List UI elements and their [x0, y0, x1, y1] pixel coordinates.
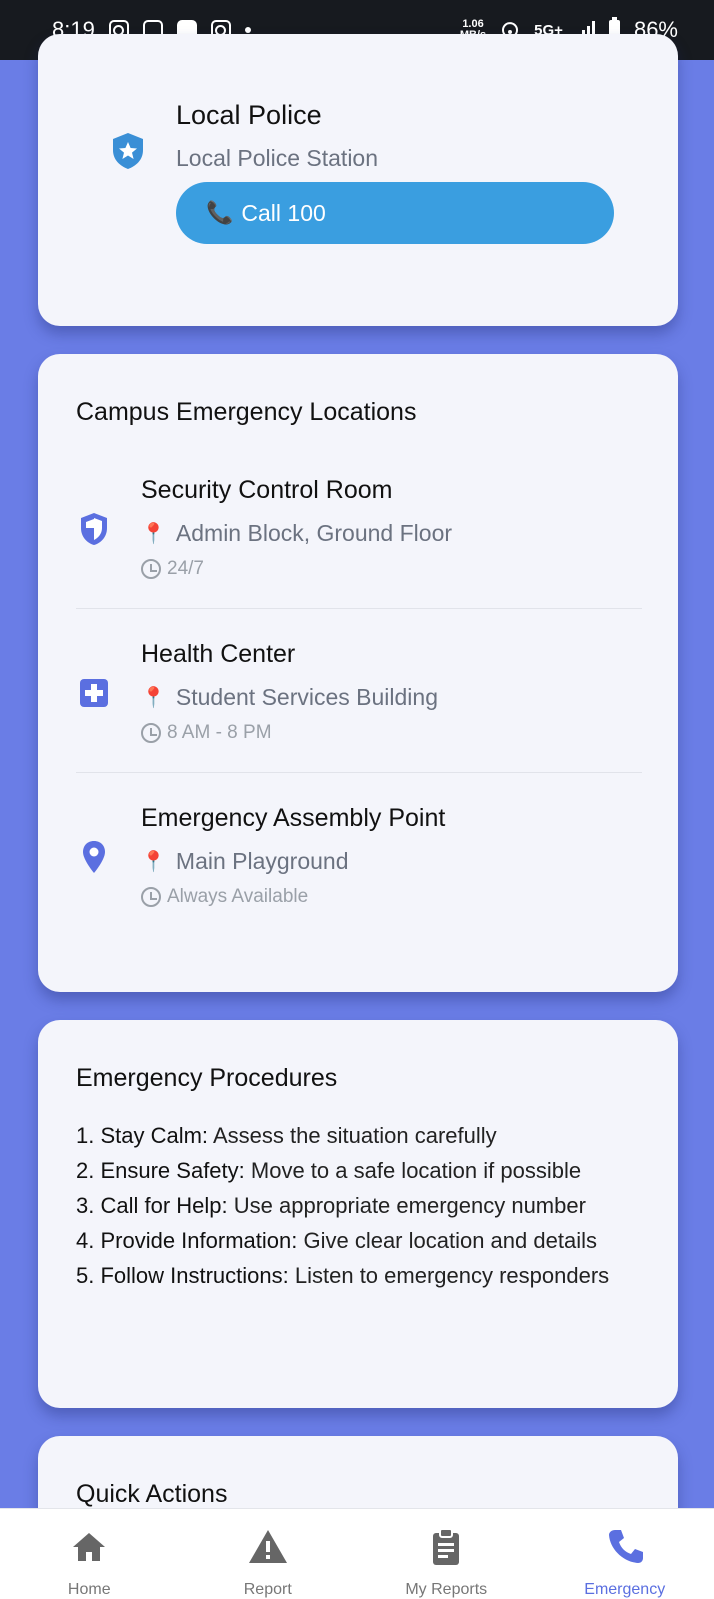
nav-label: Home	[67, 1581, 111, 1598]
location-place-text: Main Playground	[175, 848, 349, 874]
location-hours-text: Always Available	[167, 886, 309, 907]
procedures-list: 1. Stay Calm: Assess the situation caref…	[76, 1118, 646, 1293]
pin-icon: 📍	[141, 523, 166, 545]
more-notifications-dot-icon	[244, 27, 251, 33]
police-shield-star-icon	[113, 133, 143, 169]
home-icon	[73, 1533, 106, 1561]
nav-item-my-reports[interactable]: My Reports	[357, 1509, 536, 1599]
nav-item-home[interactable]: Home	[0, 1509, 179, 1599]
location-name: Health Center	[141, 640, 296, 668]
procedure-step-label: 2. Ensure Safety:	[76, 1158, 245, 1183]
shield-icon	[81, 513, 107, 545]
location-place-text: Student Services Building	[175, 684, 439, 710]
clipboard-icon	[433, 1528, 460, 1565]
clock-icon	[141, 723, 161, 743]
location-hours: Always Available	[141, 886, 308, 908]
emergency-locations-card: Campus Emergency Locations Security Cont…	[38, 354, 678, 992]
procedure-step-text: Listen to emergency responders	[294, 1263, 610, 1288]
procedure-step: 5. Follow Instructions: Listen to emerge…	[76, 1258, 646, 1293]
nav-label: Emergency	[584, 1581, 666, 1598]
bottom-nav: Home Report My Reports Emergency	[0, 1508, 714, 1599]
medical-plus-icon	[80, 679, 108, 707]
nav-label: My Reports	[405, 1581, 488, 1598]
location-place-text: Admin Block, Ground Floor	[175, 520, 453, 546]
locations-title: Campus Emergency Locations	[76, 398, 417, 426]
police-name: Local Police	[176, 100, 322, 130]
location-hours-text: 8 AM - 8 PM	[167, 722, 272, 743]
location-hours: 8 AM - 8 PM	[141, 722, 272, 744]
pin-icon: 📍	[141, 687, 166, 709]
divider	[76, 772, 642, 773]
nav-label: Report	[243, 1581, 292, 1598]
procedure-step: 3. Call for Help: Use appropriate emerge…	[76, 1188, 646, 1223]
location-name: Security Control Room	[141, 476, 393, 504]
location-hours: 24/7	[141, 558, 204, 580]
location-name: Emergency Assembly Point	[141, 804, 446, 832]
divider	[76, 608, 642, 609]
location-pin-icon	[83, 841, 105, 873]
warning-icon	[248, 1530, 287, 1563]
clock-icon	[141, 559, 161, 579]
procedure-step-text: Assess the situation carefully	[212, 1123, 497, 1148]
call-button-label: Call 100	[241, 199, 326, 226]
procedure-step: 2. Ensure Safety: Move to a safe locatio…	[76, 1153, 646, 1188]
call-police-button[interactable]: 📞 Call 100	[176, 182, 614, 244]
procedure-step: 4. Provide Information: Give clear locat…	[76, 1223, 646, 1258]
procedure-step-text: Use appropriate emergency number	[233, 1193, 586, 1218]
list-item: Health Center 📍 Student Services Buildin…	[38, 612, 678, 772]
procedures-title: Emergency Procedures	[76, 1064, 338, 1092]
police-card: Local Police Local Police Station 📞 Call…	[38, 34, 678, 326]
police-subtitle: Local Police Station	[176, 145, 379, 171]
nav-item-emergency[interactable]: Emergency	[536, 1509, 714, 1599]
quick-actions-title: Quick Actions	[76, 1480, 228, 1508]
procedure-step: 1. Stay Calm: Assess the situation caref…	[76, 1118, 646, 1153]
location-place: 📍 Admin Block, Ground Floor	[141, 520, 452, 547]
pin-icon: 📍	[141, 851, 166, 873]
emergency-procedures-card: Emergency Procedures 1. Stay Calm: Asses…	[38, 1020, 678, 1408]
clock-icon	[141, 887, 161, 907]
location-place: 📍 Main Playground	[141, 848, 349, 875]
phone-icon	[608, 1530, 643, 1563]
procedure-step-label: 1. Stay Calm:	[76, 1123, 209, 1148]
nav-item-report[interactable]: Report	[179, 1509, 358, 1599]
list-item: Emergency Assembly Point 📍 Main Playgrou…	[38, 776, 678, 936]
procedure-step-label: 3. Call for Help:	[76, 1193, 228, 1218]
phone-icon: 📞	[206, 200, 234, 225]
location-hours-text: 24/7	[167, 558, 204, 579]
location-place: 📍 Student Services Building	[141, 684, 438, 711]
procedure-step-label: 5. Follow Instructions:	[76, 1263, 289, 1288]
procedure-step-label: 4. Provide Information:	[76, 1228, 298, 1253]
procedure-step-text: Give clear location and details	[303, 1228, 597, 1253]
list-item: Security Control Room 📍 Admin Block, Gro…	[38, 448, 678, 608]
procedure-step-text: Move to a safe location if possible	[250, 1158, 582, 1183]
